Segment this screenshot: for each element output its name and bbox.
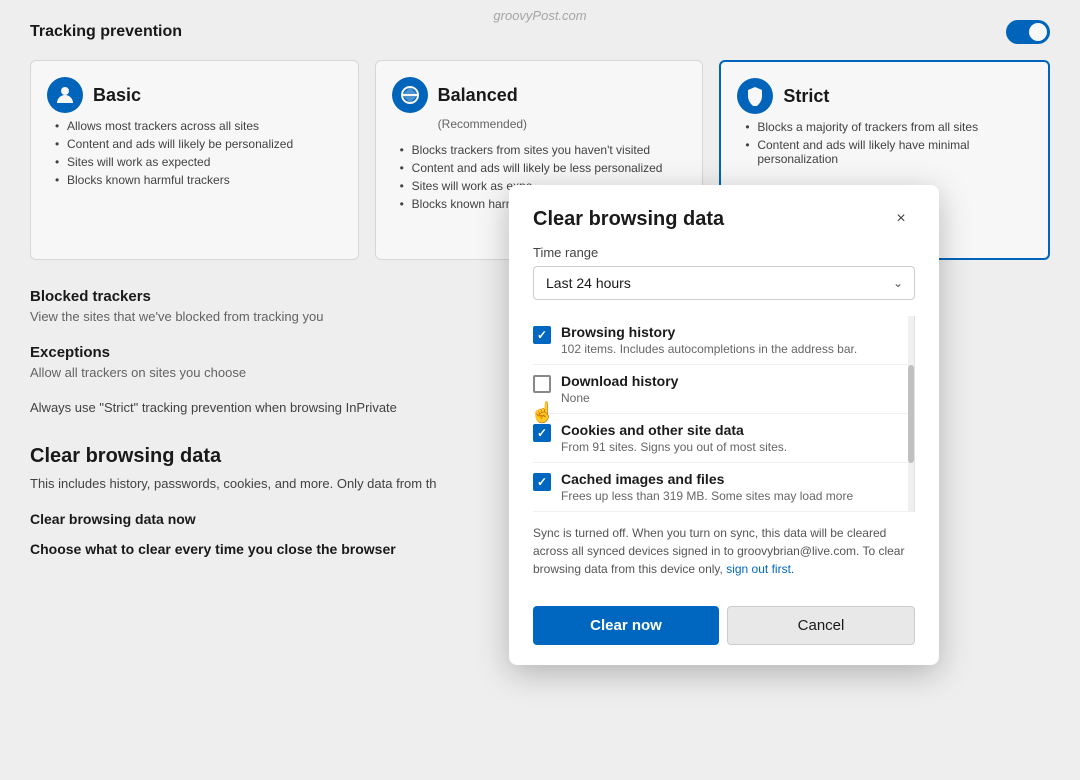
time-range-label: Time range xyxy=(533,245,915,260)
cookies-checkbox-wrapper: ✓ xyxy=(533,424,551,442)
cached-images-checkmark: ✓ xyxy=(537,476,547,488)
basic-card[interactable]: Basic Allows most trackers across all si… xyxy=(30,60,359,260)
modal-close-button[interactable]: × xyxy=(887,205,915,233)
download-history-checkbox[interactable] xyxy=(533,375,551,393)
download-history-label: Download history xyxy=(561,373,910,389)
basic-bullet-3: Sites will work as expected xyxy=(55,153,342,171)
basic-bullet-1: Allows most trackers across all sites xyxy=(55,117,342,135)
balanced-bullet-2: Content and ads will likely be less pers… xyxy=(400,159,687,177)
cached-images-text: Cached images and files Frees up less th… xyxy=(561,471,910,503)
basic-card-title: Basic xyxy=(93,85,141,106)
modal-title: Clear browsing data xyxy=(533,208,724,231)
scrollbar-thumb[interactable] xyxy=(908,365,914,463)
balanced-card-icon xyxy=(392,77,428,113)
basic-bullet-4: Blocks known harmful trackers xyxy=(55,171,342,189)
cookies-item: ✓ Cookies and other site data From 91 si… xyxy=(533,414,910,463)
cached-images-desc: Frees up less than 319 MB. Some sites ma… xyxy=(561,489,910,503)
browsing-history-desc: 102 items. Includes autocompletions in t… xyxy=(561,342,910,356)
cookies-text: Cookies and other site data From 91 site… xyxy=(561,422,910,454)
modal-header: Clear browsing data × xyxy=(509,185,939,245)
basic-card-icon xyxy=(47,77,83,113)
browsing-history-checkbox[interactable]: ✓ xyxy=(533,326,551,344)
time-range-select[interactable]: Last hour Last 24 hours Last 7 days Last… xyxy=(533,266,915,300)
balanced-card-subtitle: (Recommended) xyxy=(438,117,687,131)
watermark: groovyPost.com xyxy=(493,8,586,23)
download-history-item: Download history None xyxy=(533,365,910,414)
download-history-checkbox-wrapper xyxy=(533,375,551,393)
scrollbar-track xyxy=(908,316,914,512)
modal-footer: Clear now Cancel xyxy=(509,594,939,665)
clear-browsing-data-modal: Clear browsing data × Time range Last ho… xyxy=(509,185,939,665)
cookies-desc: From 91 sites. Signs you out of most sit… xyxy=(561,440,910,454)
basic-bullet-2: Content and ads will likely be personali… xyxy=(55,135,342,153)
download-history-text: Download history None xyxy=(561,373,910,405)
sign-out-link[interactable]: sign out first. xyxy=(726,562,794,576)
tracking-prevention-toggle[interactable] xyxy=(1006,20,1050,44)
strict-bullet-1: Blocks a majority of trackers from all s… xyxy=(745,118,1032,136)
cached-images-checkbox-wrapper: ✓ xyxy=(533,473,551,491)
cached-images-checkbox[interactable]: ✓ xyxy=(533,473,551,491)
basic-card-bullets: Allows most trackers across all sites Co… xyxy=(47,117,342,189)
browsing-history-checkmark: ✓ xyxy=(537,329,547,341)
strict-card-icon xyxy=(737,78,773,114)
browsing-history-text: Browsing history 102 items. Includes aut… xyxy=(561,324,910,356)
browsing-history-label: Browsing history xyxy=(561,324,910,340)
cached-images-item: ✓ Cached images and files Frees up less … xyxy=(533,463,910,512)
tracking-prevention-title: Tracking prevention xyxy=(30,20,1050,44)
cookies-checkmark: ✓ xyxy=(537,427,547,439)
cookies-label: Cookies and other site data xyxy=(561,422,910,438)
strict-card-title: Strict xyxy=(783,86,829,107)
cancel-button[interactable]: Cancel xyxy=(727,606,915,645)
download-history-desc: None xyxy=(561,391,910,405)
modal-body: Time range Last hour Last 24 hours Last … xyxy=(509,245,939,578)
clear-now-button[interactable]: Clear now xyxy=(533,606,719,645)
cookies-checkbox[interactable]: ✓ xyxy=(533,424,551,442)
checkboxes-area: ✓ Browsing history 102 items. Includes a… xyxy=(533,316,915,512)
sync-notice: Sync is turned off. When you turn on syn… xyxy=(533,524,915,578)
strict-card-bullets: Blocks a majority of trackers from all s… xyxy=(737,118,1032,168)
balanced-card-title: Balanced xyxy=(438,85,518,105)
strict-bullet-2: Content and ads will likely have minimal… xyxy=(745,136,1032,168)
browsing-history-item: ✓ Browsing history 102 items. Includes a… xyxy=(533,316,910,365)
cached-images-label: Cached images and files xyxy=(561,471,910,487)
balanced-bullet-1: Blocks trackers from sites you haven't v… xyxy=(400,141,687,159)
time-range-wrapper: Last hour Last 24 hours Last 7 days Last… xyxy=(533,266,915,300)
browsing-history-checkbox-wrapper: ✓ xyxy=(533,326,551,344)
